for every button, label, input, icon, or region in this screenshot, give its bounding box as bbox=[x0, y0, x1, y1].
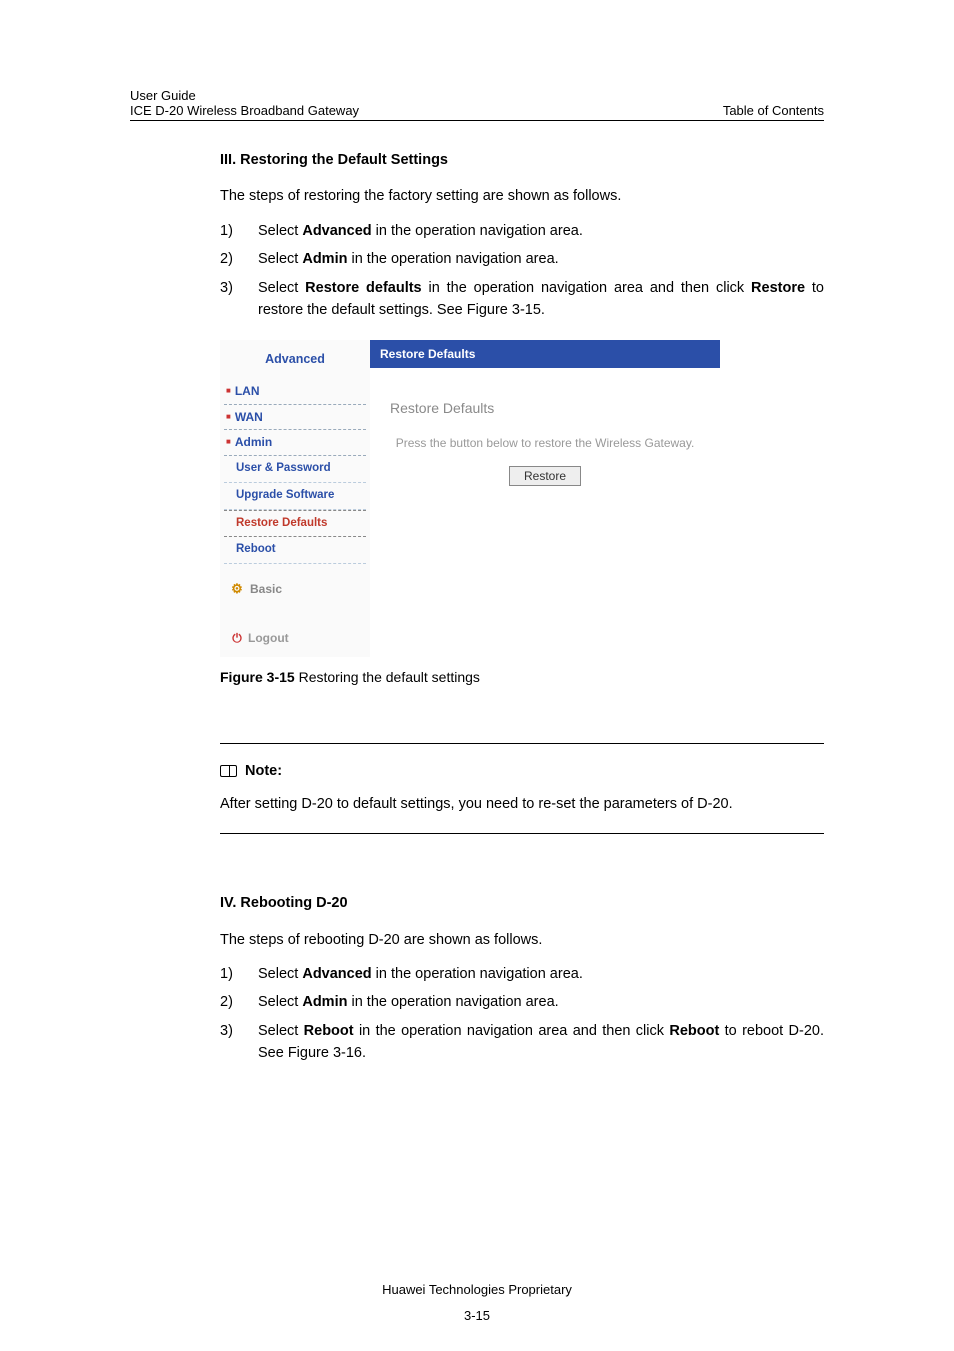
s4-step-1: 1) Select Advanced in the operation navi… bbox=[220, 963, 824, 985]
bullet-icon: ■ bbox=[226, 436, 231, 448]
page-header: User Guide ICE D-20 Wireless Broadband G… bbox=[130, 88, 824, 121]
power-icon: ⏻ bbox=[230, 631, 244, 645]
sidebar: Advanced ■ LAN ■ WAN ■ Admin User & Pass… bbox=[220, 340, 370, 658]
sidebar-item-admin[interactable]: ■ Admin bbox=[224, 430, 366, 456]
s4-step-text-1: Select Advanced in the operation navigat… bbox=[258, 963, 824, 985]
note-head: Note: bbox=[220, 760, 824, 782]
header-device: ICE D-20 Wireless Broadband Gateway bbox=[130, 103, 359, 118]
sidebar-item-lan[interactable]: ■ LAN bbox=[224, 379, 366, 405]
s4-step-text-3: Select Reboot in the operation navigatio… bbox=[258, 1020, 824, 1065]
book-icon bbox=[220, 765, 237, 777]
footer-proprietary: Huawei Technologies Proprietary bbox=[0, 1282, 954, 1297]
sidebar-basic[interactable]: ⚙ Basic bbox=[230, 580, 366, 599]
restore-button[interactable]: Restore bbox=[509, 466, 581, 486]
sidebar-sub-user-password[interactable]: User & Password bbox=[224, 456, 366, 483]
section-4-intro: The steps of rebooting D-20 are shown as… bbox=[220, 929, 824, 951]
sidebar-label-lan: LAN bbox=[235, 382, 260, 401]
s4-step-num-2: 2) bbox=[220, 991, 258, 1013]
content-area: III. Restoring the Default Settings The … bbox=[130, 149, 824, 1065]
app-screenshot: Advanced ■ LAN ■ WAN ■ Admin User & Pass… bbox=[220, 340, 720, 658]
step-1: 1) Select Advanced in the operation navi… bbox=[220, 220, 824, 242]
figure-3-15: Advanced ■ LAN ■ WAN ■ Admin User & Pass… bbox=[220, 340, 824, 689]
step-num-2: 2) bbox=[220, 248, 258, 270]
note-label: Note: bbox=[245, 760, 282, 782]
sidebar-sub-upgrade[interactable]: Upgrade Software bbox=[224, 483, 366, 510]
figure-caption: Figure 3-15 Restoring the default settin… bbox=[220, 667, 824, 689]
s4-step-2: 2) Select Admin in the operation navigat… bbox=[220, 991, 824, 1013]
header-userguide: User Guide bbox=[130, 88, 359, 103]
step-num-3: 3) bbox=[220, 277, 258, 322]
step-text-2: Select Admin in the operation navigation… bbox=[258, 248, 824, 270]
step-num-1: 1) bbox=[220, 220, 258, 242]
s4-step-text-2: Select Admin in the operation navigation… bbox=[258, 991, 824, 1013]
section-4: IV. Rebooting D-20 The steps of rebootin… bbox=[220, 892, 824, 1065]
figure-caption-num: Figure 3-15 bbox=[220, 669, 295, 685]
page-number: 3-15 bbox=[0, 1308, 954, 1323]
sidebar-sub-reboot[interactable]: Reboot bbox=[224, 537, 366, 564]
sidebar-item-wan[interactable]: ■ WAN bbox=[224, 405, 366, 431]
section-3-title: III. Restoring the Default Settings bbox=[220, 149, 824, 171]
section-4-title: IV. Rebooting D-20 bbox=[220, 892, 824, 914]
section-3-steps: 1) Select Advanced in the operation navi… bbox=[220, 220, 824, 322]
app-main: Restore Defaults Restore Defaults Press … bbox=[370, 340, 720, 658]
panel-text: Press the button below to restore the Wi… bbox=[380, 434, 710, 452]
header-right: Table of Contents bbox=[723, 103, 824, 118]
sidebar-logout[interactable]: ⏻ Logout bbox=[230, 629, 366, 648]
figure-caption-text: Restoring the default settings bbox=[295, 669, 480, 685]
note-block: Note: After setting D-20 to default sett… bbox=[220, 743, 824, 834]
sidebar-sub-restore-defaults[interactable]: Restore Defaults bbox=[224, 510, 366, 538]
sidebar-label-wan: WAN bbox=[235, 408, 263, 427]
panel-title: Restore Defaults bbox=[380, 398, 710, 420]
step-3: 3) Select Restore defaults in the operat… bbox=[220, 277, 824, 322]
main-header-bar: Restore Defaults bbox=[370, 340, 720, 369]
main-panel: Restore Defaults Press the button below … bbox=[370, 368, 720, 516]
section-3-intro: The steps of restoring the factory setti… bbox=[220, 185, 824, 207]
section-4-steps: 1) Select Advanced in the operation navi… bbox=[220, 963, 824, 1065]
bullet-icon: ■ bbox=[226, 385, 231, 397]
step-2: 2) Select Admin in the operation navigat… bbox=[220, 248, 824, 270]
sidebar-label-admin: Admin bbox=[235, 433, 272, 452]
step-text-1: Select Advanced in the operation navigat… bbox=[258, 220, 824, 242]
sidebar-title: Advanced bbox=[224, 350, 366, 369]
header-left: User Guide ICE D-20 Wireless Broadband G… bbox=[130, 88, 359, 118]
sidebar-basic-label: Basic bbox=[250, 580, 282, 599]
note-text: After setting D-20 to default settings, … bbox=[220, 793, 824, 815]
bullet-icon: ■ bbox=[226, 411, 231, 423]
page: User Guide ICE D-20 Wireless Broadband G… bbox=[0, 0, 954, 1065]
sidebar-logout-label: Logout bbox=[248, 629, 289, 648]
s4-step-num-3: 3) bbox=[220, 1020, 258, 1065]
s4-step-3: 3) Select Reboot in the operation naviga… bbox=[220, 1020, 824, 1065]
step-text-3: Select Restore defaults in the operation… bbox=[258, 277, 824, 322]
gear-icon: ⚙ bbox=[230, 583, 244, 597]
s4-step-num-1: 1) bbox=[220, 963, 258, 985]
